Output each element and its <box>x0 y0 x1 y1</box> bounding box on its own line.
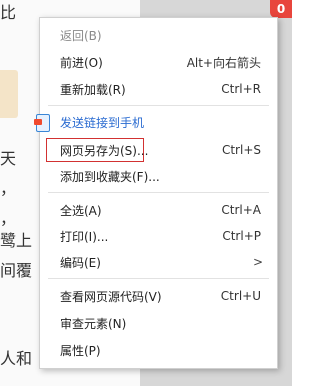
phone-send-icon <box>34 114 50 132</box>
menu-item-shortcut: Ctrl+S <box>221 143 261 157</box>
menu-item-select-all[interactable]: 全选(A) Ctrl+A <box>40 198 277 222</box>
menu-item-view-source[interactable]: 查看网页源代码(V) Ctrl+U <box>40 284 277 308</box>
page-text-fragment: ， <box>0 179 17 198</box>
menu-item-shortcut: Ctrl+A <box>221 203 261 217</box>
menu-item-save-page-as[interactable]: 网页另存为(S)... Ctrl+S <box>40 138 277 162</box>
menu-separator <box>48 105 269 106</box>
chevron-right-icon: > <box>252 255 263 269</box>
menu-item-properties[interactable]: 属性(P) <box>40 338 277 362</box>
menu-item-print[interactable]: 打印(I)... Ctrl+P <box>40 224 277 248</box>
menu-item-encoding[interactable]: 编码(E) > <box>40 250 277 274</box>
menu-item-shortcut: Alt+向右箭头 <box>186 55 261 70</box>
menu-item-label: 全选(A) <box>60 203 102 218</box>
page-text-fragment: ， <box>0 209 17 228</box>
menu-item-label: 网页另存为(S)... <box>60 143 149 158</box>
menu-item-label: 编码(E) <box>60 255 101 270</box>
menu-item-inspect[interactable]: 审查元素(N) <box>40 311 277 335</box>
page-text-fragment: 人和 <box>0 349 33 368</box>
menu-item-forward[interactable]: 前进(O) Alt+向右箭头 <box>40 50 277 74</box>
notification-badge[interactable]: 0 <box>270 0 292 18</box>
page-text-fragment: 鹭上 <box>0 231 33 250</box>
page-text-fragment: 比 <box>0 3 17 22</box>
context-menu: 返回(B) 前进(O) Alt+向右箭头 重新加载(R) Ctrl+R 发送链接… <box>34 17 278 369</box>
menu-item-label: 审查元素(N) <box>60 316 127 331</box>
menu-item-reload[interactable]: 重新加载(R) Ctrl+R <box>40 77 277 101</box>
page-text-fragment: 间覆 <box>0 261 33 280</box>
menu-item-shortcut: Ctrl+U <box>220 289 261 303</box>
menu-item-label: 查看网页源代码(V) <box>60 289 162 304</box>
menu-separator <box>48 278 269 279</box>
menu-item-label: 属性(P) <box>60 343 101 358</box>
menu-item-label: 发送链接到手机 <box>60 115 145 130</box>
menu-item-label: 打印(I)... <box>60 229 109 244</box>
menu-item-label: 前进(O) <box>60 55 103 70</box>
menu-item-label: 添加到收藏夹(F)... <box>60 169 160 184</box>
menu-item-shortcut: Ctrl+R <box>221 82 261 96</box>
menu-item-add-favorite[interactable]: 添加到收藏夹(F)... <box>40 164 277 188</box>
menu-separator <box>48 192 269 193</box>
page-highlight-block <box>0 70 18 118</box>
menu-item-label: 返回(B) <box>60 28 102 43</box>
page-text-fragment: 天 <box>0 149 17 168</box>
menu-item-send-to-phone[interactable]: 发送链接到手机 <box>34 110 277 134</box>
menu-item-label: 重新加载(R) <box>60 82 126 97</box>
menu-item-back[interactable]: 返回(B) <box>40 23 277 47</box>
menu-item-shortcut: Ctrl+P <box>222 229 261 243</box>
